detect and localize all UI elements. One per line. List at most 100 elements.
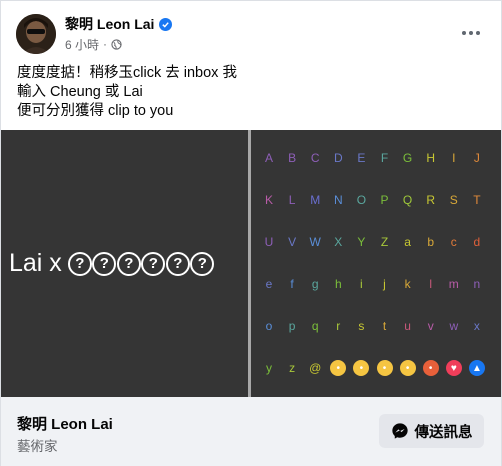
alphabet-letter: U	[264, 235, 274, 249]
alphabet-letter: J	[473, 151, 480, 165]
alphabet-letter: t	[382, 319, 387, 333]
alphabet-letter: D	[333, 151, 343, 165]
alphabet-letter: E	[357, 151, 366, 165]
hidden-char-circle: ?	[165, 251, 190, 276]
alphabet-row: A BCDEFGH I J	[251, 148, 497, 168]
laughing-face-icon: •	[399, 360, 416, 376]
hidden-char-circle: ?	[92, 251, 117, 276]
alphabet-letter: W	[309, 235, 321, 249]
alphabet-letter: T	[473, 193, 481, 207]
alphabet-letter: B	[288, 151, 297, 165]
post-text-line: 輸入 Cheung 或 Lai	[17, 84, 143, 100]
post-media-image[interactable]: Lai x ? ? ? ? ? ? A BCDEFGH I J K LMNOPQRS T UV…	[1, 130, 501, 397]
facebook-post: 黎明 Leon Lai 6 小時 · 度度度掂！稍移玉click 去 inbox…	[0, 0, 502, 466]
alphabet-letter: x	[473, 319, 480, 333]
alphabet-letter: r	[336, 319, 341, 333]
sad-face-icon: •	[376, 360, 393, 376]
page-footer: 黎明 Leon Lai 藝術家 傳送訊息	[1, 397, 501, 466]
alphabet-letter: f	[290, 277, 294, 291]
more-dot-icon	[462, 31, 466, 35]
page-name-row: 黎明 Leon Lai	[65, 14, 173, 34]
alphabet-letter: j	[383, 277, 386, 291]
alphabet-letter: V	[288, 235, 297, 249]
more-options-button[interactable]	[459, 23, 483, 43]
alphabet-letter: i	[360, 277, 363, 291]
alphabet-letter: o	[265, 319, 273, 333]
alphabet-letter: @	[309, 361, 322, 375]
messenger-icon	[391, 423, 408, 439]
alphabet-letter: l	[429, 277, 433, 291]
hidden-char-circle: ?	[141, 251, 166, 276]
avatar[interactable]	[16, 14, 56, 54]
thumbs-up-icon: ▲	[468, 360, 485, 376]
kiss-face-icon: •	[353, 360, 370, 376]
alphabet-letter: e	[265, 277, 273, 291]
post-text-line: 度度度掂！稍移玉click 去 inbox 我	[17, 65, 237, 81]
media-title-panel: Lai x ? ? ? ? ? ?	[1, 130, 248, 397]
alphabet-letter: a	[404, 235, 411, 249]
media-title-prefix: Lai x	[9, 249, 62, 277]
alphabet-row: e f g h i j k l mn	[251, 274, 497, 294]
surprised-face-icon: •	[330, 360, 347, 376]
alphabet-letter: y	[266, 361, 272, 375]
more-dot-icon	[476, 31, 480, 35]
alphabet-letter: H	[426, 151, 436, 165]
alphabet-letter: X	[334, 235, 343, 249]
alphabet-letter: v	[427, 319, 434, 333]
hidden-char-circle: ?	[116, 251, 141, 276]
alphabet-letter: s	[358, 319, 365, 333]
alphabet-letter: S	[449, 193, 458, 207]
page-name-link[interactable]: 黎明 Leon Lai	[65, 14, 154, 34]
meta-separator: ·	[103, 37, 108, 51]
alphabet-letter: n	[473, 277, 481, 291]
footer-page-name[interactable]: 黎明 Leon Lai	[17, 413, 113, 434]
alphabet-letter: z	[289, 361, 296, 375]
alphabet-letter: I	[452, 151, 456, 165]
alphabet-row: UVWXYZa b c d	[251, 232, 497, 252]
alphabet-letter: m	[448, 277, 459, 291]
alphabet-letter: Z	[380, 235, 389, 249]
alphabet-letter: g	[311, 277, 319, 291]
hidden-char-circle: ?	[190, 251, 215, 276]
verified-badge-icon	[159, 17, 173, 31]
alphabet-letter: h	[334, 277, 342, 291]
alphabet-letter: F	[380, 151, 389, 165]
send-message-label: 傳送訊息	[414, 424, 473, 441]
alphabet-letter: c	[450, 235, 457, 249]
alphabet-letter: A	[264, 151, 273, 165]
alphabet-letter: u	[404, 319, 411, 333]
post-text-line: 便可分別獲得 clip to you	[17, 103, 174, 119]
alphabet-letter: M	[310, 193, 321, 207]
alphabet-letter: b	[427, 235, 435, 249]
alphabet-letter: G	[402, 151, 413, 165]
media-title: Lai x ? ? ? ? ? ?	[9, 249, 215, 278]
alphabet-letter: k	[404, 277, 411, 291]
alphabet-letter: q	[311, 319, 319, 333]
alphabet-letter: w	[449, 319, 459, 333]
alphabet-grid: A BCDEFGH I J K LMNOPQRS T UVWXYZa b c d e f g h i j k l mn…	[251, 130, 501, 397]
more-dot-icon	[469, 31, 473, 35]
alphabet-letter: N	[333, 193, 343, 207]
post-timestamp[interactable]: 6 小時	[65, 36, 99, 53]
alphabet-letter: L	[288, 193, 296, 207]
hidden-characters: ? ? ? ? ? ?	[67, 251, 215, 276]
alphabet-letter: p	[288, 319, 296, 333]
post-text: 度度度掂！稍移玉click 去 inbox 我 輸入 Cheung 或 Lai …	[17, 64, 237, 121]
alphabet-letter: Y	[357, 235, 366, 249]
hidden-char-circle: ?	[67, 251, 92, 276]
alphabet-row: o p q r s t u v wx	[251, 316, 497, 336]
alphabet-letter: C	[310, 151, 320, 165]
post-meta: 6 小時 ·	[65, 36, 122, 52]
alphabet-row: K LMNOPQRS T	[251, 190, 497, 210]
alphabet-letter: R	[426, 193, 436, 207]
alphabet-letter: P	[380, 193, 389, 207]
alphabet-letter: K	[264, 193, 273, 207]
alphabet-letter: O	[356, 193, 367, 207]
alphabet-row: y z @ • • • • • ♥ ▲	[251, 358, 497, 378]
footer-category: 藝術家	[17, 439, 58, 454]
heart-icon: ♥	[445, 360, 462, 376]
alphabet-letter: Q	[402, 193, 413, 207]
send-message-button[interactable]: 傳送訊息	[379, 414, 484, 448]
alphabet-letter: d	[473, 235, 481, 249]
globe-icon	[111, 38, 122, 50]
